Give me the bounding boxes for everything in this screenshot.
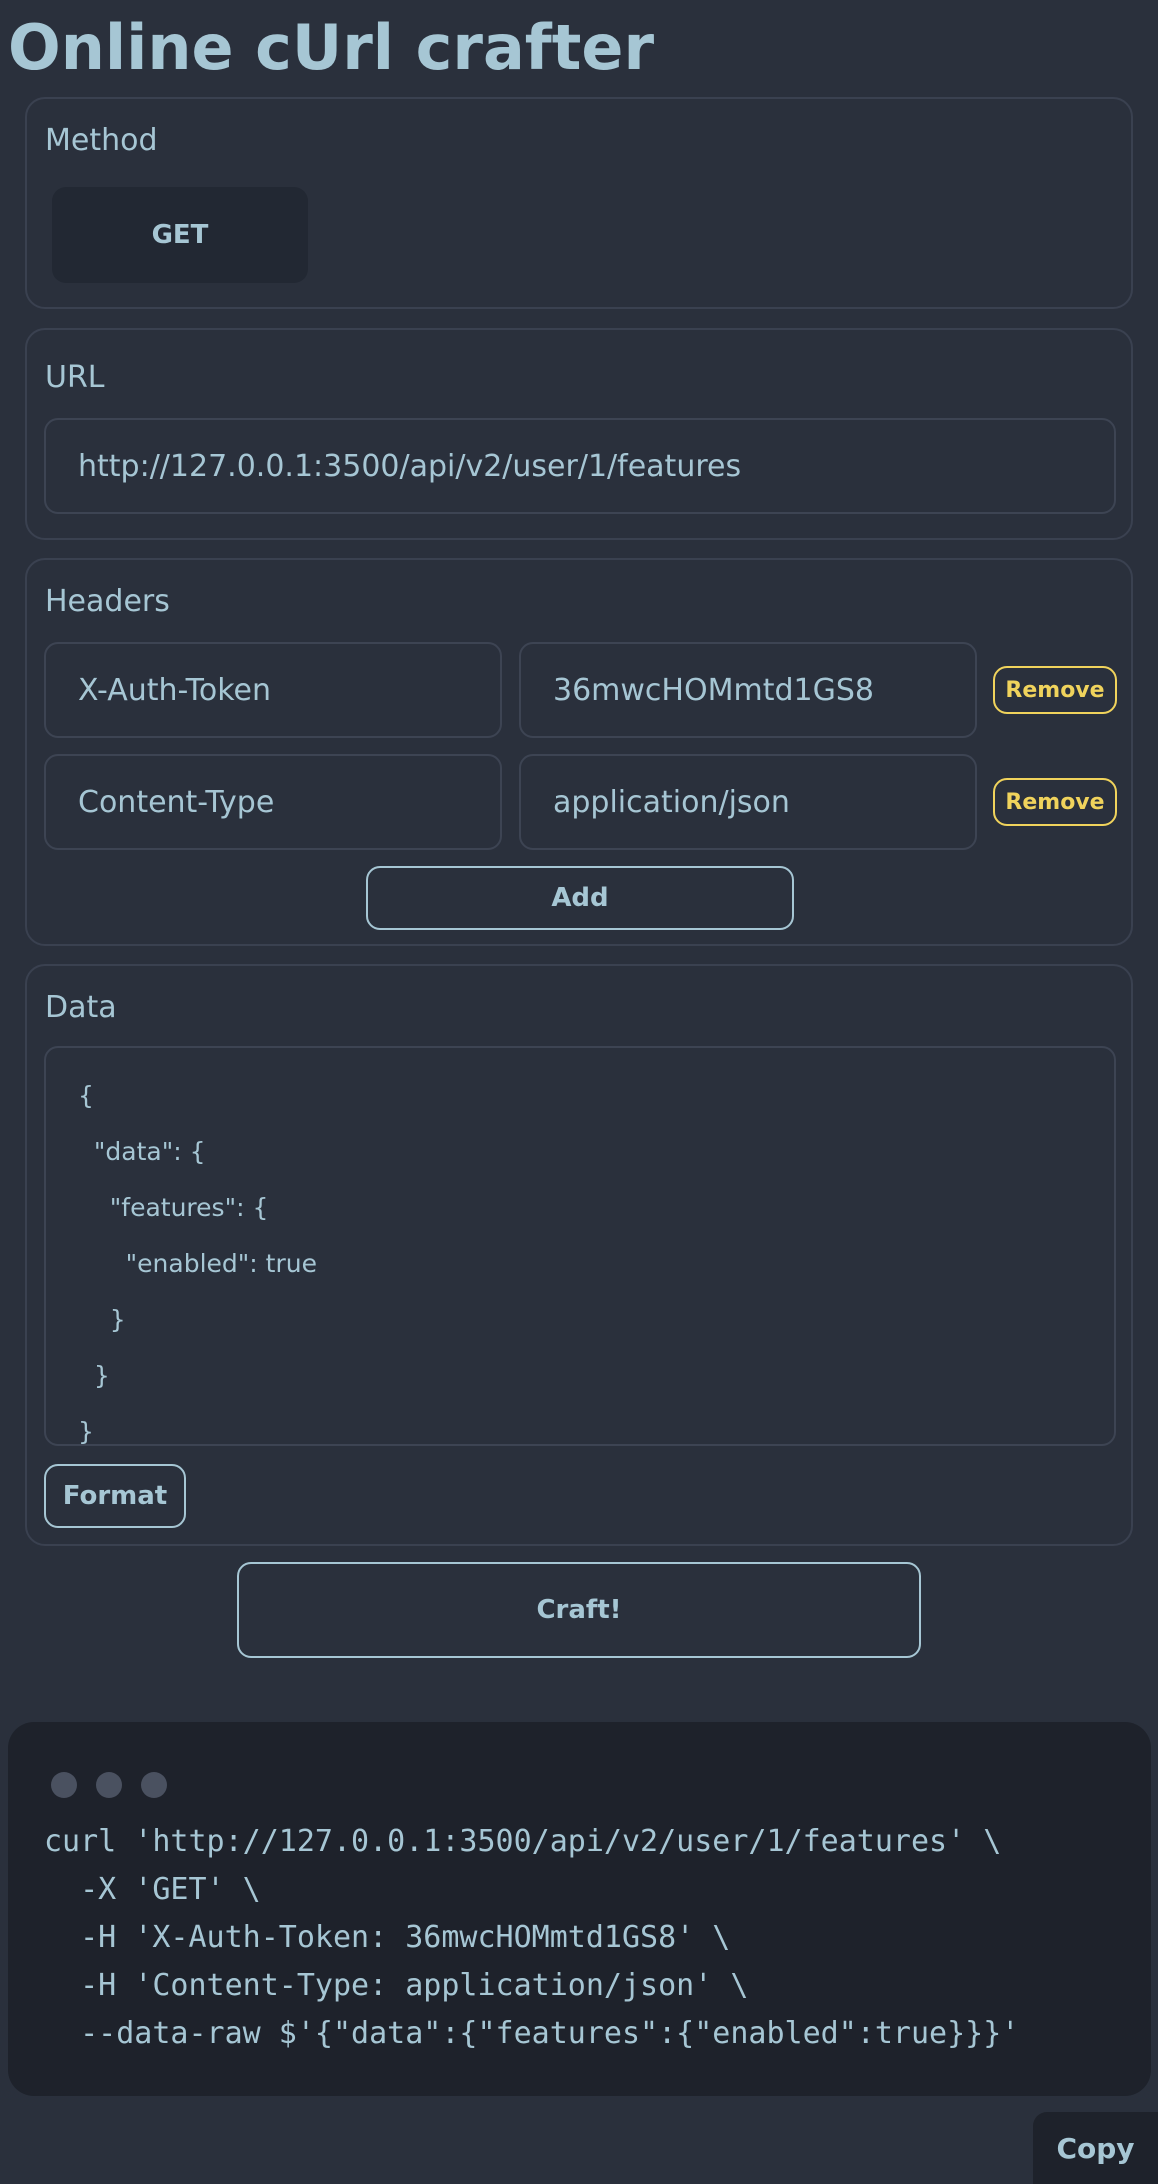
remove-header-button[interactable]: Remove bbox=[993, 666, 1117, 714]
remove-header-button[interactable]: Remove bbox=[993, 778, 1117, 826]
header-value-input[interactable]: application/json bbox=[519, 754, 977, 850]
page: Online cUrl crafter Method GET URL http:… bbox=[0, 0, 1158, 2184]
window-dot-icon bbox=[141, 1772, 167, 1798]
curl-output-panel: curl 'http://127.0.0.1:3500/api/v2/user/… bbox=[8, 1722, 1151, 2096]
craft-button[interactable]: Craft! bbox=[237, 1562, 921, 1658]
method-select-button[interactable]: GET bbox=[52, 187, 308, 283]
code-line: -H 'Content-Type: application/json' \ bbox=[44, 1968, 749, 2003]
data-line: } bbox=[78, 1417, 94, 1446]
url-input[interactable]: http://127.0.0.1:3500/api/v2/user/1/feat… bbox=[44, 418, 1116, 514]
code-line: -H 'X-Auth-Token: 36mwcHOMmtd1GS8' \ bbox=[44, 1920, 731, 1955]
url-label: URL bbox=[45, 360, 105, 395]
data-panel: Data { "data": { "features": { "enabled"… bbox=[25, 964, 1133, 1546]
curl-command: curl 'http://127.0.0.1:3500/api/v2/user/… bbox=[44, 1818, 1019, 2058]
data-line: "enabled": true bbox=[78, 1249, 317, 1278]
data-line: } bbox=[78, 1361, 110, 1390]
headers-label: Headers bbox=[45, 584, 170, 619]
code-line: -X 'GET' \ bbox=[44, 1872, 261, 1907]
header-key-input[interactable]: Content-Type bbox=[44, 754, 502, 850]
copy-button[interactable]: Copy bbox=[1033, 2112, 1158, 2184]
format-button[interactable]: Format bbox=[44, 1464, 186, 1528]
add-header-button[interactable]: Add bbox=[366, 866, 794, 930]
data-line: "features": { bbox=[78, 1193, 269, 1222]
headers-panel: Headers X-Auth-Token 36mwcHOMmtd1GS8 Rem… bbox=[25, 558, 1133, 946]
data-line: } bbox=[78, 1305, 126, 1334]
data-textarea[interactable]: { "data": { "features": { "enabled": tru… bbox=[44, 1046, 1116, 1446]
code-line: curl 'http://127.0.0.1:3500/api/v2/user/… bbox=[44, 1824, 1002, 1859]
method-label: Method bbox=[45, 123, 158, 158]
data-line: { bbox=[78, 1081, 94, 1110]
data-line: "data": { bbox=[78, 1137, 206, 1166]
window-dot-icon bbox=[96, 1772, 122, 1798]
header-key-input[interactable]: X-Auth-Token bbox=[44, 642, 502, 738]
header-value-input[interactable]: 36mwcHOMmtd1GS8 bbox=[519, 642, 977, 738]
url-panel: URL http://127.0.0.1:3500/api/v2/user/1/… bbox=[25, 328, 1133, 540]
page-title: Online cUrl crafter bbox=[8, 11, 655, 84]
window-dot-icon bbox=[51, 1772, 77, 1798]
data-label: Data bbox=[45, 990, 117, 1025]
code-line: --data-raw $'{"data":{"features":{"enabl… bbox=[44, 2016, 1020, 2051]
method-panel: Method GET bbox=[25, 97, 1133, 309]
